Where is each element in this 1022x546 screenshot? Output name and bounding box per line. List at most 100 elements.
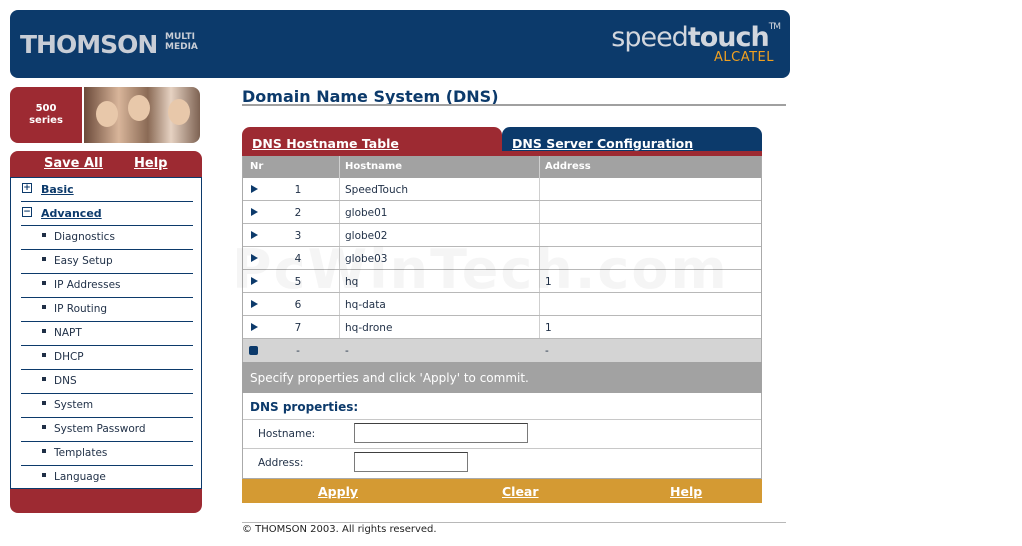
- table-row[interactable]: 2 globe01: [243, 201, 761, 224]
- address-input[interactable]: [354, 452, 468, 472]
- clear-button[interactable]: Clear: [502, 484, 539, 499]
- bullet-icon: [42, 473, 46, 477]
- tab-label[interactable]: DNS Server Configuration: [512, 136, 693, 151]
- instruction-text: Specify properties and click 'Apply' to …: [242, 362, 762, 393]
- sidebar-item-label[interactable]: IP Routing: [54, 303, 107, 315]
- speedtouch-logo-light: speed: [611, 22, 689, 53]
- sidebar-item-label[interactable]: DHCP: [54, 351, 84, 363]
- dns-hostname-table: Nr Hostname Address 1 SpeedTouch 2 globe01…: [242, 156, 762, 362]
- sidebar-group-basic[interactable]: + Basic: [21, 178, 193, 202]
- cell-nr: 2: [294, 207, 302, 219]
- bullet-icon: [42, 329, 46, 333]
- select-arrow-icon[interactable]: [251, 208, 258, 216]
- sidebar-item-diagnostics[interactable]: Diagnostics: [21, 226, 193, 250]
- bullet-icon: [42, 449, 46, 453]
- cell-hostname: hq: [345, 276, 359, 288]
- sidebar-item-label[interactable]: Easy Setup: [54, 255, 113, 267]
- select-arrow-icon[interactable]: [251, 231, 258, 239]
- sidebar-item-label[interactable]: Templates: [54, 447, 107, 459]
- tab-dns-hostname-table[interactable]: DNS Hostname Table: [242, 127, 502, 154]
- table-row[interactable]: 7 hq-drone 1: [243, 316, 761, 339]
- hostname-input[interactable]: [354, 423, 528, 443]
- bullet-icon: [42, 353, 46, 357]
- cell-hostname: hq-drone: [345, 322, 393, 334]
- sidebar-group-label[interactable]: Advanced: [41, 207, 102, 220]
- select-arrow-icon[interactable]: [251, 254, 258, 262]
- series-badge: 500 series: [10, 87, 82, 143]
- column-header-hostname: Hostname: [345, 161, 403, 172]
- help-button[interactable]: Help: [670, 484, 702, 499]
- sidebar-help-link[interactable]: Help: [134, 156, 167, 171]
- select-arrow-icon[interactable]: [251, 277, 258, 285]
- bullet-icon: [42, 281, 46, 285]
- sidebar-item-napt[interactable]: NAPT: [21, 322, 193, 346]
- sidebar-item-label[interactable]: IP Addresses: [54, 279, 121, 291]
- hostname-label: Hostname:: [258, 428, 316, 440]
- properties-divider: [243, 419, 761, 420]
- copyright-footer: © THOMSON 2003. All rights reserved.: [242, 524, 437, 535]
- photo-face-3: [168, 99, 190, 125]
- sidebar-item-label[interactable]: Diagnostics: [54, 231, 115, 243]
- sidebar-item-label[interactable]: DNS: [54, 375, 77, 387]
- sidebar-item-templates[interactable]: Templates: [21, 442, 193, 466]
- new-entry-square-icon[interactable]: [249, 346, 258, 355]
- table-row[interactable]: 5 hq 1: [243, 270, 761, 293]
- bullet-icon: [42, 257, 46, 261]
- sidebar-item-dns[interactable]: DNS: [21, 370, 193, 394]
- select-arrow-icon[interactable]: [251, 185, 258, 193]
- expand-plus-icon[interactable]: +: [22, 183, 32, 193]
- table-new-row[interactable]: ---: [243, 339, 761, 362]
- bullet-icon: [42, 305, 46, 309]
- sidebar-item-label[interactable]: System: [54, 399, 93, 411]
- column-header-nr: Nr: [250, 161, 264, 172]
- cell-hostname: -: [345, 345, 349, 357]
- photo-face-2: [128, 95, 150, 121]
- column-header-address: Address: [545, 161, 591, 172]
- table-row[interactable]: 3 globe02: [243, 224, 761, 247]
- sidebar-item-label[interactable]: Language: [54, 471, 106, 483]
- sidebar-item-ip-addresses[interactable]: IP Addresses: [21, 274, 193, 298]
- sidebar-item-easy-setup[interactable]: Easy Setup: [21, 250, 193, 274]
- sidebar-group-label[interactable]: Basic: [41, 183, 74, 196]
- alcatel-logo: ALCATEL: [714, 50, 774, 65]
- tab-label[interactable]: DNS Hostname Table: [252, 136, 399, 151]
- sidebar-top-bar: Save All Help: [10, 151, 202, 177]
- cell-hostname: globe01: [345, 207, 388, 219]
- sidebar-item-label[interactable]: System Password: [54, 423, 146, 435]
- properties-heading: DNS properties:: [250, 400, 359, 414]
- collapse-minus-icon[interactable]: −: [22, 207, 32, 217]
- trademark-mark: TM: [768, 22, 781, 32]
- cell-address: 1: [545, 276, 552, 288]
- properties-divider: [243, 448, 761, 449]
- photo-face-1: [96, 101, 118, 127]
- sidebar-group-advanced[interactable]: − Advanced: [21, 202, 193, 226]
- sidebar-bottom-bar: [10, 489, 202, 513]
- table-row[interactable]: 6 hq-data: [243, 293, 761, 316]
- sidebar-nav: + Basic − Advanced Diagnostics Easy Setu…: [10, 177, 202, 489]
- cell-nr: 1: [294, 184, 302, 196]
- apply-button[interactable]: Apply: [318, 484, 358, 499]
- sidebar-item-ip-routing[interactable]: IP Routing: [21, 298, 193, 322]
- tab-dns-server-configuration[interactable]: DNS Server Configuration: [502, 127, 762, 154]
- select-arrow-icon[interactable]: [251, 323, 258, 331]
- sidebar-item-system-password[interactable]: System Password: [21, 418, 193, 442]
- sidebar-item-system[interactable]: System: [21, 394, 193, 418]
- sidebar-item-language[interactable]: Language: [21, 466, 193, 490]
- series-number: 500: [35, 103, 57, 114]
- title-divider: [242, 104, 786, 106]
- table-row[interactable]: 1 SpeedTouch: [243, 178, 761, 201]
- thomson-logo: THOMSON: [20, 30, 158, 59]
- sidebar-item-dhcp[interactable]: DHCP: [21, 346, 193, 370]
- save-all-link[interactable]: Save All: [44, 156, 103, 171]
- cell-nr: 3: [294, 230, 302, 242]
- cell-hostname: hq-data: [345, 299, 386, 311]
- cell-address: 1: [545, 322, 552, 334]
- footer-divider: [242, 522, 786, 523]
- sidebar-item-label[interactable]: NAPT: [54, 327, 82, 339]
- table-row[interactable]: 4 globe03: [243, 247, 761, 270]
- select-arrow-icon[interactable]: [251, 300, 258, 308]
- cell-nr: 6: [294, 299, 302, 311]
- table-header-row: Nr Hostname Address: [243, 156, 761, 178]
- cell-nr: -: [296, 345, 300, 357]
- bullet-icon: [42, 425, 46, 429]
